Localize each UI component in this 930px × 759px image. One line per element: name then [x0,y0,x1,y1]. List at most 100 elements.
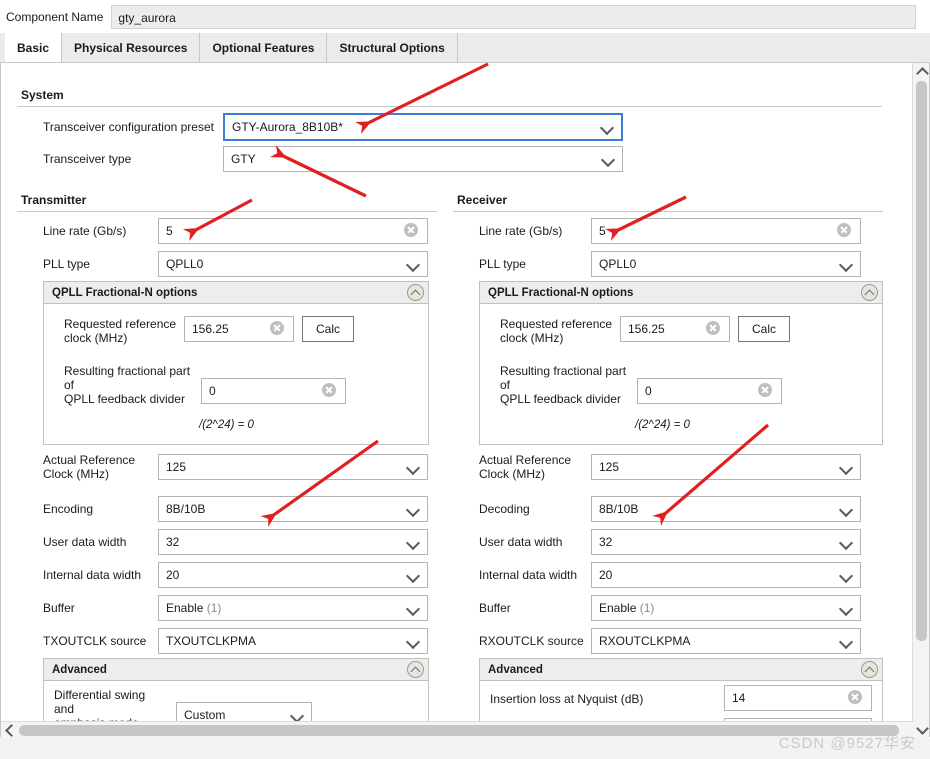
rx-decoding-combo[interactable]: 8B/10B [591,496,861,522]
tx-frac-part-input[interactable]: 0 [201,378,346,404]
chevron-down-icon[interactable] [836,497,858,521]
tx-internal-width-combo[interactable]: 20 [158,562,428,588]
tx-diff-swing-combo[interactable]: Custom [176,702,312,723]
tx-advanced-header: Advanced [44,659,428,681]
tab-structural-options[interactable]: Structural Options [327,33,458,62]
rx-internal-width-label: Internal data width [479,568,578,582]
rx-internal-width-combo[interactable]: 20 [591,562,861,588]
chevron-down-icon[interactable] [598,147,620,171]
chevron-down-icon[interactable] [403,530,425,554]
chevron-down-icon[interactable] [403,497,425,521]
tx-qpll-fractional-body: Requested reference clock (MHz) 156.25 C… [44,304,428,446]
tx-line-rate-input[interactable]: 5 [158,218,428,244]
chevron-down-icon[interactable] [403,563,425,587]
rx-user-width-label: User data width [479,535,563,549]
chevron-down-icon[interactable] [403,252,425,276]
receiver-group-title: Receiver [457,193,508,207]
rx-advanced-body: Insertion loss at Nyquist (dB) 14 Equali… [480,681,882,723]
tx-actual-ref-row: Actual Reference Clock (MHz) 125 [43,453,428,481]
chevron-down-icon[interactable] [403,455,425,479]
collapse-icon[interactable] [407,284,424,301]
tx-internal-width-row: Internal data width 20 [43,562,428,588]
chevron-down-icon[interactable] [836,252,858,276]
rx-qpll-fractional-panel: QPLL Fractional-N options Requested refe… [479,281,883,445]
preset-value: GTY-Aurora_8B10B* [232,120,343,134]
clear-icon[interactable] [703,318,725,340]
chevron-down-icon[interactable] [836,563,858,587]
collapse-icon[interactable] [861,284,878,301]
rx-ref-clock-input[interactable]: 156.25 [620,316,730,342]
tx-ref-clock-label: Requested reference clock (MHz) [64,317,177,345]
rx-pll-type-label: PLL type [479,257,526,271]
tx-buffer-value: Enable (1) [166,601,222,615]
clear-icon[interactable] [319,380,341,402]
rx-buffer-row: Buffer Enable (1) [479,595,861,621]
chevron-down-icon[interactable] [836,629,858,653]
tx-calc-button[interactable]: Calc [302,316,354,342]
rx-user-width-value: 32 [599,535,613,549]
chevron-down-icon[interactable] [597,115,619,139]
horizontal-scrollbar[interactable] [1,721,914,737]
rx-user-width-combo[interactable]: 32 [591,529,861,555]
tx-pll-type-label: PLL type [43,257,90,271]
collapse-icon[interactable] [407,661,424,678]
clear-icon[interactable] [401,220,423,242]
rx-line-rate-input[interactable]: 5 [591,218,861,244]
tx-user-width-combo[interactable]: 32 [158,529,428,555]
clear-icon[interactable] [845,687,867,709]
tx-buffer-label: Buffer [43,601,75,615]
tab-optional-features[interactable]: Optional Features [200,33,328,62]
tx-outclk-combo[interactable]: TXOUTCLKPMA [158,628,428,654]
tx-actual-ref-label: Actual Reference Clock (MHz) [43,453,136,481]
tx-user-width-value: 32 [166,535,180,549]
chevron-down-icon[interactable] [403,629,425,653]
csdn-watermark: CSDN @9527华安 [778,735,916,752]
tab-strip: Basic Physical Resources Optional Featur… [0,33,930,63]
tx-internal-width-label: Internal data width [43,568,142,582]
rx-buffer-combo[interactable]: Enable (1) [591,595,861,621]
chevron-down-icon[interactable] [836,530,858,554]
horizontal-scrollbar-thumb[interactable] [19,725,899,736]
collapse-icon[interactable] [861,661,878,678]
tx-ref-clock-value: 156.25 [192,322,229,336]
rx-insertion-loss-label: Insertion loss at Nyquist (dB) [490,692,644,706]
rx-frac-part-value: 0 [645,384,652,398]
preset-label: Transceiver configuration preset [43,120,214,134]
chevron-down-icon[interactable] [403,596,425,620]
scroll-left-icon[interactable] [1,722,17,737]
rx-line-rate-row: Line rate (Gb/s) 5 [479,218,861,244]
chevron-down-icon[interactable] [287,703,309,723]
rx-pll-type-combo[interactable]: QPLL0 [591,251,861,277]
rx-insertion-loss-input[interactable]: 14 [724,685,872,711]
tab-basic[interactable]: Basic [5,33,63,62]
tx-diff-swing-label: Differential swing and emphasis mode [54,688,146,723]
component-name-input[interactable]: gty_aurora [111,4,916,29]
vertical-scrollbar[interactable] [912,63,929,737]
tx-frac-part-label: Resulting fractional part of QPLL feedba… [64,364,191,406]
rx-calc-button[interactable]: Calc [738,316,790,342]
tx-pll-type-row: PLL type QPLL0 [43,251,428,277]
tx-ref-clock-input[interactable]: 156.25 [184,316,294,342]
rx-actual-ref-combo[interactable]: 125 [591,454,861,480]
rx-outclk-combo[interactable]: RXOUTCLKPMA [591,628,861,654]
clear-icon[interactable] [267,318,289,340]
rx-ref-clock-value: 156.25 [628,322,665,336]
tab-physical-resources[interactable]: Physical Resources [62,33,201,62]
scroll-up-icon[interactable] [913,63,929,78]
tx-actual-ref-combo[interactable]: 125 [158,454,428,480]
chevron-down-icon[interactable] [836,596,858,620]
preset-combo[interactable]: GTY-Aurora_8B10B* [223,113,623,141]
tx-buffer-combo[interactable]: Enable (1) [158,595,428,621]
transceiver-type-combo[interactable]: GTY [223,146,623,172]
rx-frac-part-input[interactable]: 0 [637,378,782,404]
tx-frac-note: /(2^24) = 0 [199,419,254,431]
tx-qpll-fractional-header: QPLL Fractional-N options [44,282,428,304]
vertical-scrollbar-thumb[interactable] [916,81,927,641]
clear-icon[interactable] [755,380,777,402]
tx-encoding-combo[interactable]: 8B/10B [158,496,428,522]
rx-outclk-label: RXOUTCLK source [479,634,584,648]
tx-pll-type-combo[interactable]: QPLL0 [158,251,428,277]
tx-outclk-value: TXOUTCLKPMA [166,634,257,648]
chevron-down-icon[interactable] [836,455,858,479]
clear-icon[interactable] [834,220,856,242]
